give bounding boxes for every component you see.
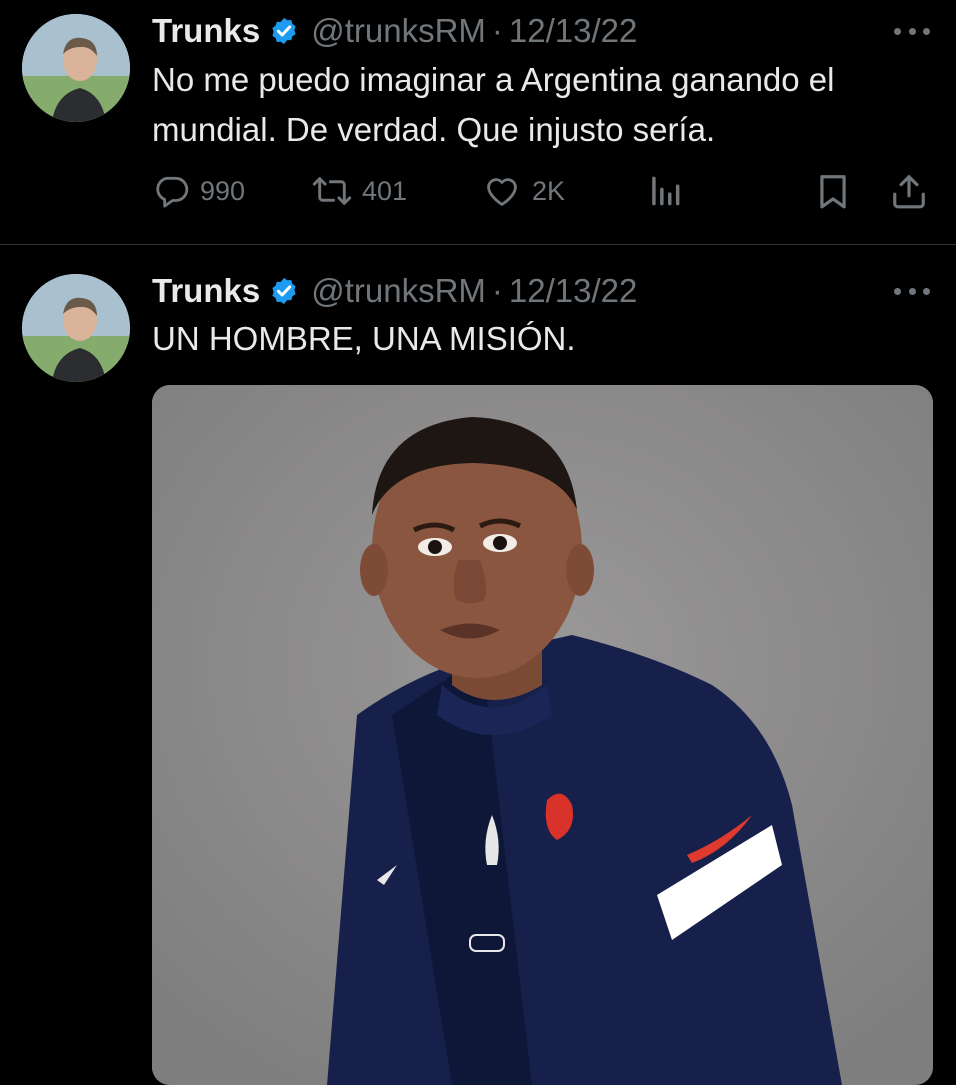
reply-icon: [156, 176, 189, 208]
like-button[interactable]: 2K: [482, 166, 565, 216]
share-button[interactable]: [890, 166, 928, 216]
like-count: 2K: [532, 175, 566, 206]
more-icon[interactable]: [894, 283, 930, 299]
more-icon[interactable]: [894, 23, 930, 39]
avatar[interactable]: [22, 274, 130, 382]
meta-separator: ·: [491, 272, 503, 309]
player-photo: [152, 385, 933, 1085]
verified-badge-icon: [272, 277, 296, 305]
verified-badge-icon: [272, 17, 296, 45]
author-handle[interactable]: @trunksRM: [311, 12, 486, 50]
meta-separator: ·: [491, 12, 503, 49]
tweet-text: No me puedo imaginar a Argentina ganando…: [152, 61, 835, 148]
avatar-photo: [22, 274, 130, 382]
avatar[interactable]: [22, 14, 130, 122]
tweet-media-photo[interactable]: [152, 385, 933, 1085]
avatar-photo: [22, 14, 130, 122]
share-icon: [893, 175, 925, 209]
tweet-2[interactable]: Trunks @trunksRM · 12/13/22 UN HOMBRE, U…: [0, 245, 956, 1085]
tweet-date[interactable]: 12/13/22: [509, 12, 637, 50]
retweet-icon: [312, 177, 352, 205]
author-name[interactable]: Trunks: [152, 272, 260, 310]
tweet-1[interactable]: Trunks @trunksRM · 12/13/22 No me puedo …: [0, 0, 956, 245]
author-handle[interactable]: @trunksRM: [311, 272, 486, 310]
bookmark-icon: [820, 175, 846, 209]
tweet-actions: 990 401 2K: [152, 166, 937, 216]
views-icon: [652, 176, 680, 206]
bookmark-button[interactable]: [816, 166, 850, 216]
reply-count: 990: [200, 175, 246, 206]
tweet-text: UN HOMBRE, UNA MISIÓN.: [152, 320, 576, 357]
reply-button[interactable]: 990: [152, 166, 245, 216]
retweet-button[interactable]: 401: [312, 166, 407, 216]
retweet-count: 401: [362, 175, 408, 206]
views-button[interactable]: [648, 166, 682, 216]
author-name[interactable]: Trunks: [152, 12, 260, 50]
heart-icon: [487, 178, 517, 206]
tweet-date[interactable]: 12/13/22: [509, 272, 637, 310]
tweet-header: Trunks @trunksRM · 12/13/22: [152, 271, 637, 311]
tweet-header: Trunks @trunksRM · 12/13/22: [152, 11, 637, 51]
